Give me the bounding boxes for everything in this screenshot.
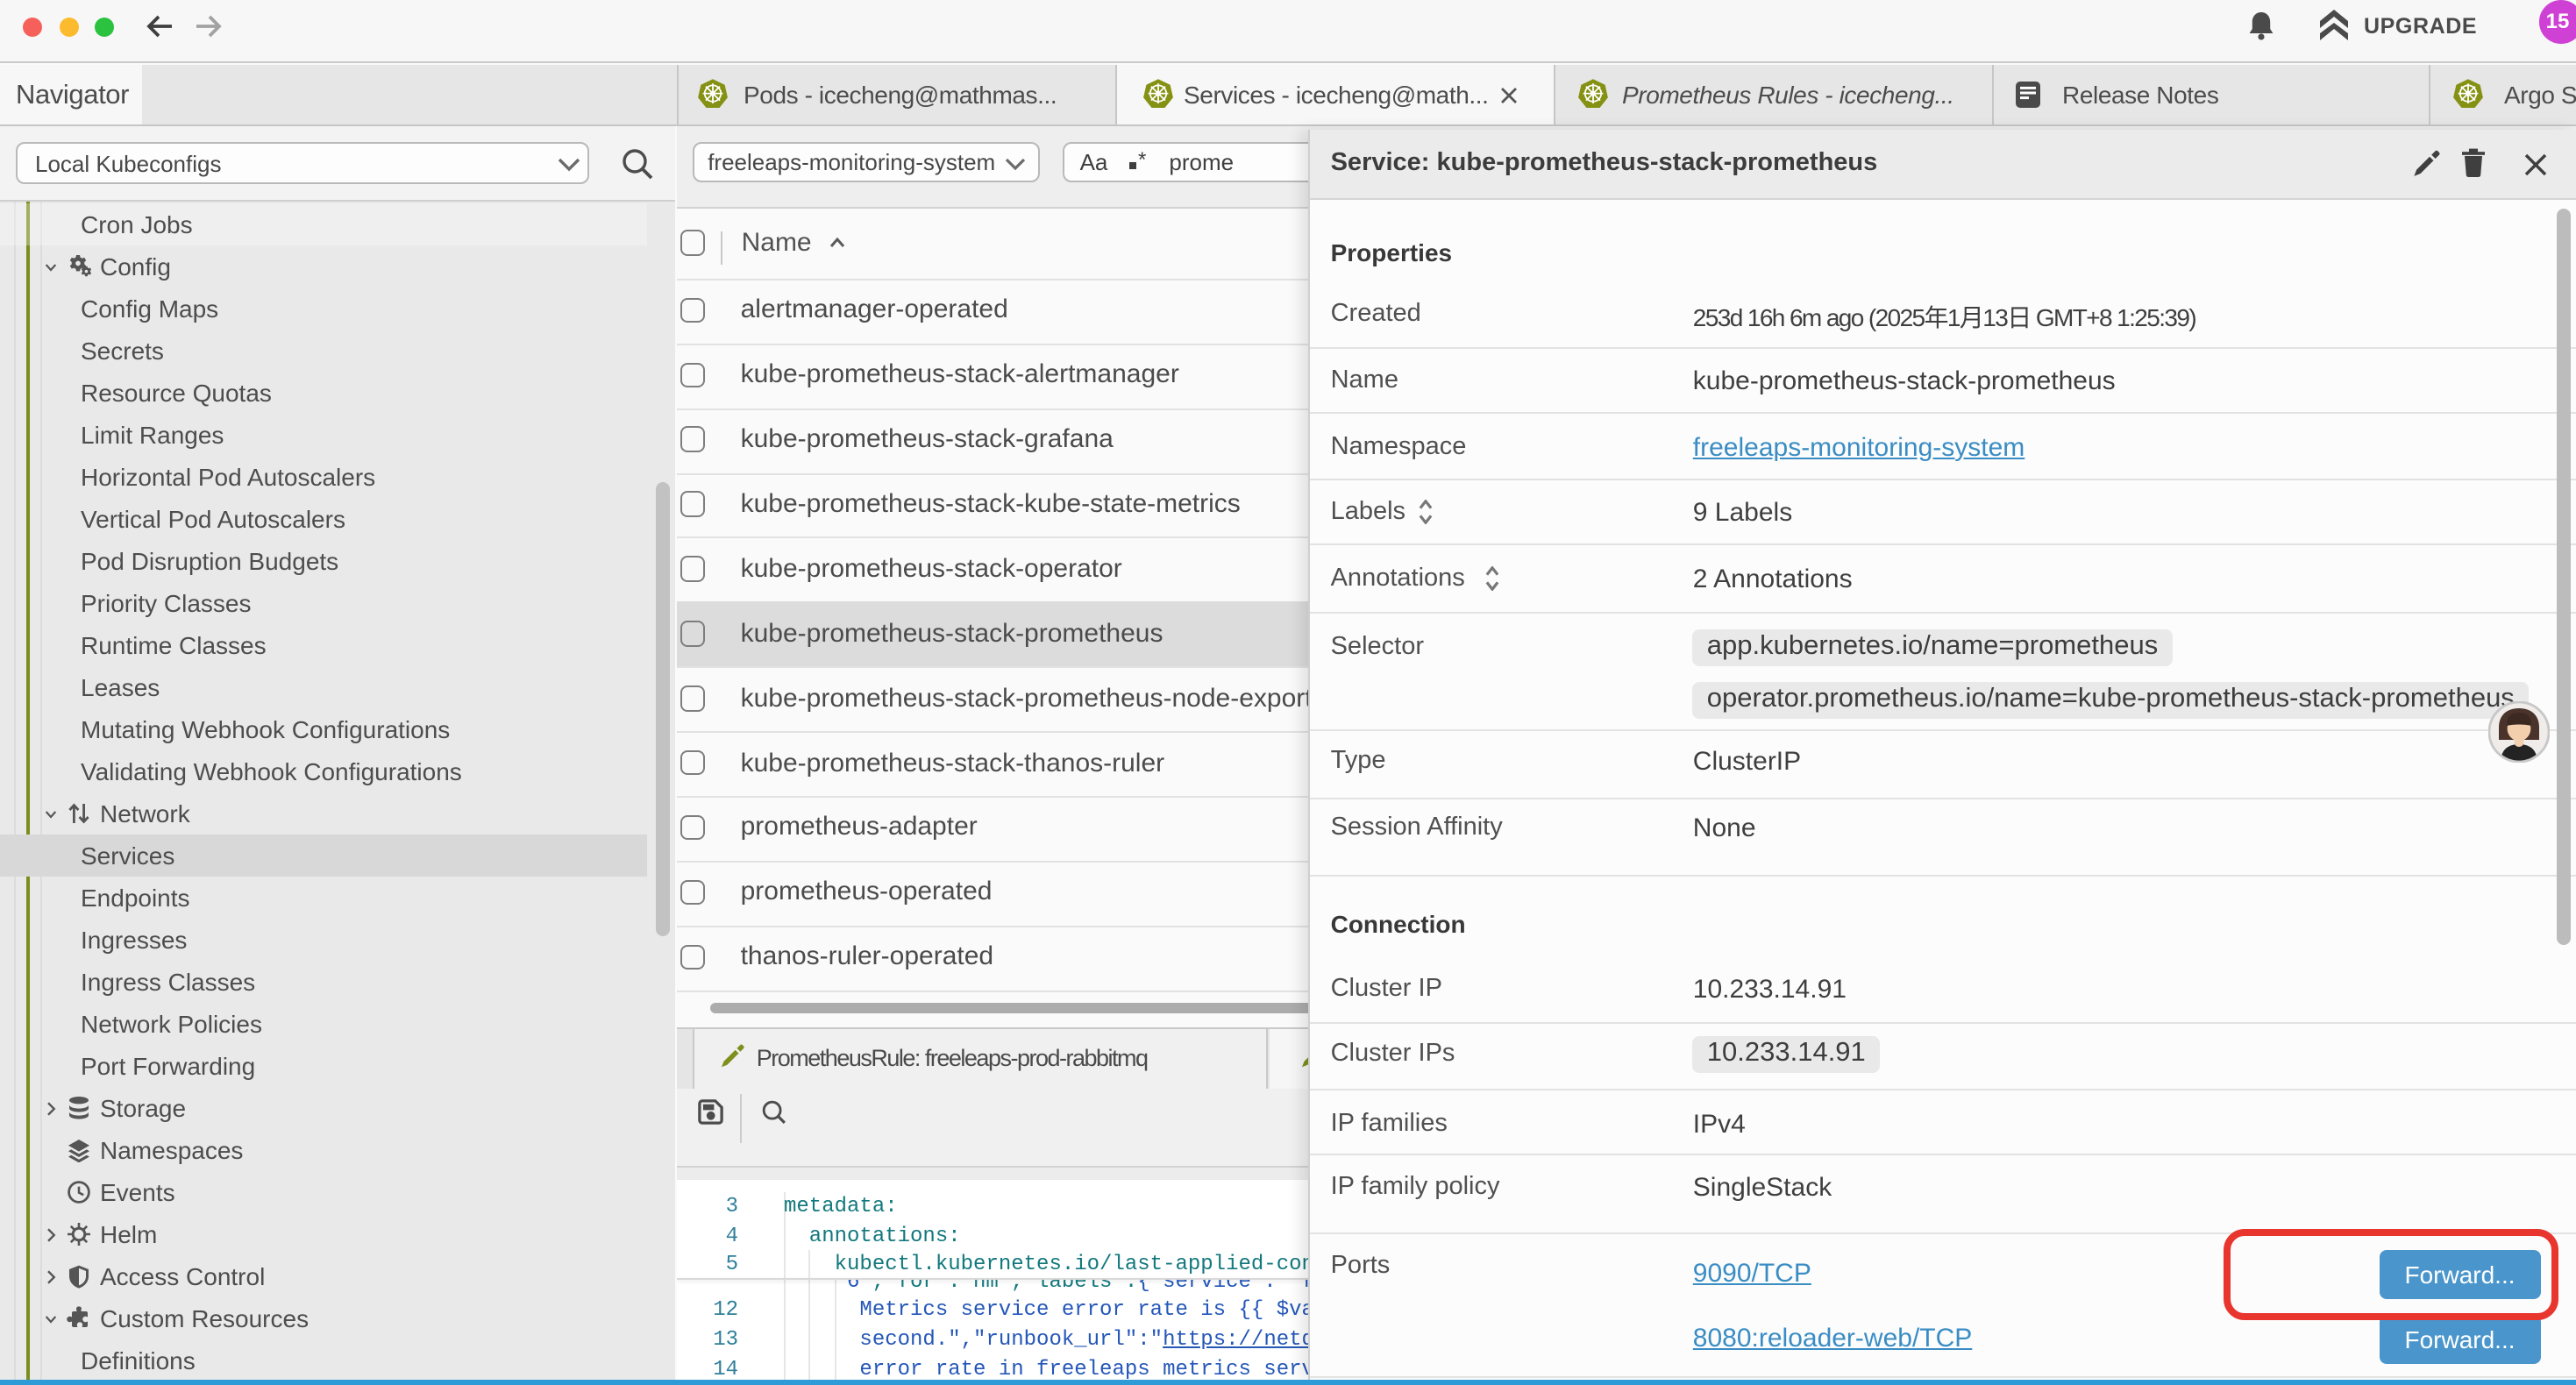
svg-text:*: * [1137,152,1145,173]
